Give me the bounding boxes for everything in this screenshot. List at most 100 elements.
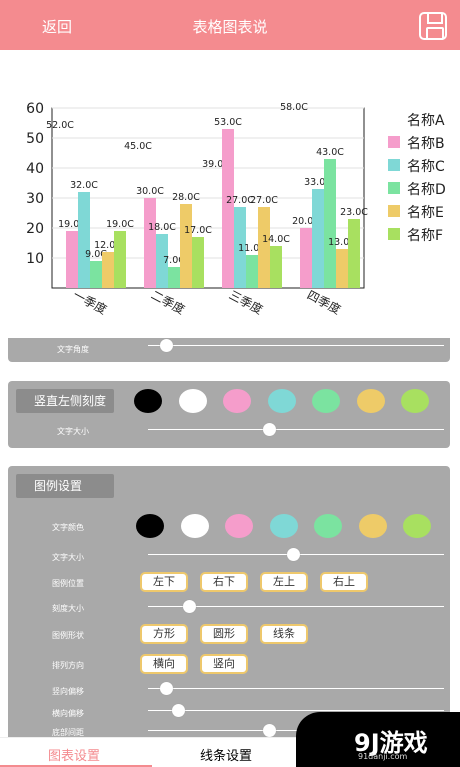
legend-color-swatch[interactable] [269,514,298,538]
legend-color-swatch[interactable] [225,514,253,538]
page-title: 表格图表说 [192,18,268,36]
y-tick-label: 30 [26,191,44,207]
tab-chart-settings[interactable]: 图表设置 [48,745,100,764]
watermark-url: 91danji.com [358,752,408,761]
bar-value-label: 53.0C [214,117,242,128]
legend-shape-option[interactable]: 方形 [140,624,188,644]
bar [270,246,282,288]
bar-value-label: 23.0C [340,207,368,218]
legend-text-size-label: 文字大小 [52,553,84,562]
bar [180,204,192,288]
legend-entry: 名称A [407,113,445,129]
vertical-axis-color-swatch[interactable] [312,389,340,413]
legend-entry: 名称F [407,228,443,244]
y-tick-label: 40 [26,161,44,177]
legend-scale-size-label: 刻度大小 [52,604,84,613]
legend-direction-option[interactable]: 横向 [140,654,188,674]
vertical-axis-text-size-track[interactable] [148,429,444,430]
vertical-axis-color-swatch[interactable] [401,389,429,413]
legend-color-swatch[interactable] [358,514,387,538]
text-angle-panel: 文字角度 [8,338,450,362]
text-angle-label: 文字角度 [57,345,89,354]
x-category-label: 二季度 [149,287,188,317]
chart-svg: 10203040506052.0C19.0C32.0C9.0C12.0C19.0… [26,101,446,317]
text-angle-slider-track[interactable] [148,345,444,346]
bar [192,237,204,288]
legend-v-offset-label: 竖向偏移 [52,687,84,696]
bar [312,189,324,288]
legend-swatch [388,228,400,240]
vertical-axis-header: 竖直左侧刻度 [16,389,114,413]
vertical-axis-color-swatch[interactable] [356,389,385,413]
bar-value-label: 19.0C [106,219,134,230]
legend-color-swatch[interactable] [180,514,209,538]
tab-line-settings[interactable]: 线条设置 [200,745,252,764]
legend-shape-label: 图例形状 [52,631,84,640]
bar [324,159,336,288]
legend-bottom-gap-thumb[interactable] [263,724,277,737]
legend-color-swatch[interactable] [403,514,431,538]
legend-text-size-thumb[interactable] [287,548,301,561]
legend-shape-option[interactable]: 圆形 [200,624,248,644]
bar-value-label: 43.0C [316,147,344,158]
text-angle-slider-thumb[interactable] [159,339,173,352]
bar-value-label: 32.0C [70,180,98,191]
vertical-axis-color-swatch[interactable] [134,389,162,413]
bar-value-label: 58.0C [280,102,308,113]
bar-value-label: 45.0C [124,141,152,152]
bar [258,207,270,288]
legend-entry: 名称B [407,136,445,152]
vertical-axis-text-size-label: 文字大小 [57,427,89,436]
bar-value-label: 28.0C [172,192,200,203]
legend-entry: 名称E [407,205,444,221]
legend-h-offset-track[interactable] [148,710,444,711]
y-tick-label: 20 [26,221,44,237]
legend-position-option[interactable]: 右上 [320,572,368,592]
legend-position-option[interactable]: 右下 [200,572,248,592]
legend-position-label: 图例位置 [52,579,84,588]
legend-direction-label: 排列方向 [52,661,84,670]
legend-h-offset-thumb[interactable] [171,704,185,717]
bar [336,249,348,288]
vertical-axis-text-size-thumb[interactable] [263,423,277,436]
bar-value-label: 30.0C [136,186,164,197]
bar [144,198,156,288]
legend-v-offset-track[interactable] [148,688,444,689]
legend-position-option[interactable]: 左下 [140,572,188,592]
bar [78,192,90,288]
bar-chart: 10 20 30 40 50 60 52.0C 19.0C 32.0C 9.0C 12.0C 19.0… [0,100,460,330]
bar [90,261,102,288]
bar [246,255,258,288]
bar [114,231,126,288]
legend-entry: 名称D [407,182,446,198]
legend-swatch [388,136,400,148]
y-tick-label: 50 [26,131,44,147]
app-header: 返回 表格图表说 [0,0,460,50]
bar-value-label: 52.0C [46,120,74,131]
legend-text-color-label: 文字颜色 [52,523,84,532]
y-tick-label: 60 [26,101,44,117]
legend-position-option[interactable]: 左上 [260,572,308,592]
legend-scale-size-thumb[interactable] [183,600,197,613]
legend-color-swatch[interactable] [314,514,342,538]
vertical-axis-color-swatch[interactable] [178,389,207,413]
bar [102,252,114,288]
x-category-label: 四季度 [305,287,344,317]
bar-value-label: 27.0C [250,195,278,206]
legend-color-swatch[interactable] [136,514,164,538]
legend-h-offset-label: 横向偏移 [52,709,84,718]
vertical-axis-panel: 竖直左侧刻度 文字大小 [8,381,450,448]
bar-value-label: 17.0C [184,225,212,236]
bar-value-label: 18.0C [148,222,176,233]
legend-settings-panel: 图例设置 文字颜色 文字大小 图例位置 左下 右下 左上 右上 刻度大小 图例形状 方… [8,466,450,746]
legend-shape-option[interactable]: 线条 [260,624,308,644]
bar [66,231,78,288]
vertical-axis-color-swatch[interactable] [267,389,296,413]
legend-v-offset-thumb[interactable] [159,682,173,695]
watermark-badge: 9J游戏 91danji.com [296,712,460,767]
save-icon[interactable] [419,12,447,40]
legend-direction-option[interactable]: 竖向 [200,654,248,674]
legend-entry: 名称C [407,159,445,175]
x-category-label: 三季度 [227,287,266,317]
vertical-axis-color-swatch[interactable] [223,389,251,413]
